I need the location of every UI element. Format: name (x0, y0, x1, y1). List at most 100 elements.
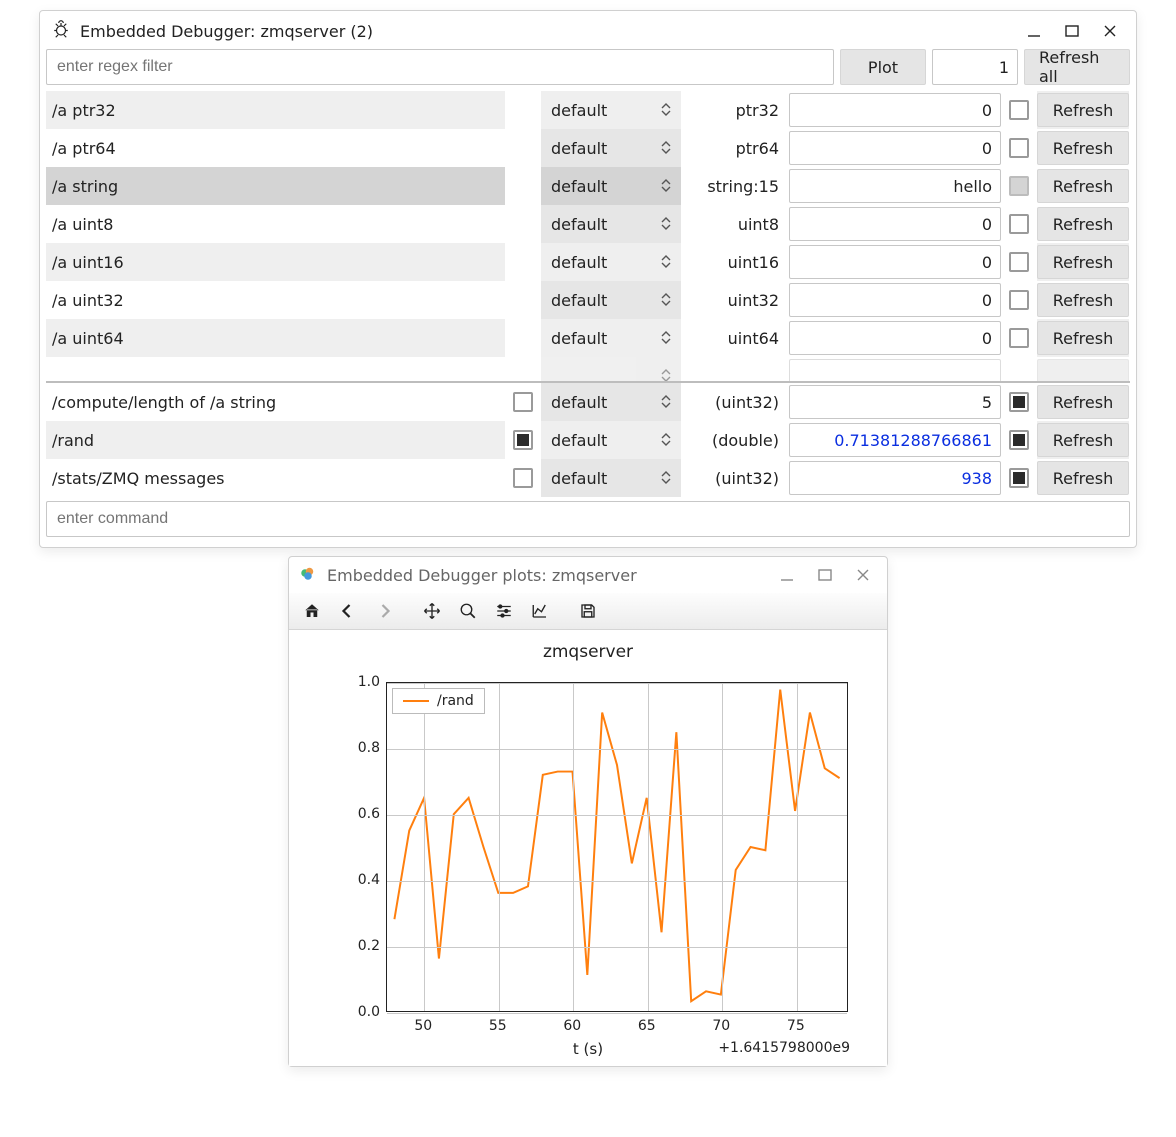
checkbox[interactable] (1009, 392, 1029, 412)
checkbox[interactable] (1009, 214, 1029, 234)
format-select[interactable]: default (541, 421, 681, 459)
object-value[interactable]: 0 (789, 245, 1001, 279)
checkbox[interactable] (1009, 100, 1029, 120)
command-input[interactable] (46, 501, 1130, 537)
refresh-button[interactable]: Refresh (1037, 385, 1129, 419)
plot-maximize-button[interactable] (811, 563, 839, 587)
forward-icon[interactable] (369, 597, 399, 625)
format-select[interactable]: default (541, 243, 681, 281)
object-name[interactable]: /stats/ZMQ messages (46, 459, 505, 497)
up-down-icon[interactable] (661, 369, 673, 383)
object-row: /stats/ZMQ messages default (uint32) 938… (46, 459, 1130, 497)
debugger-window: Embedded Debugger: zmqserver (2) Plot 1 … (39, 10, 1137, 548)
checkbox[interactable] (1009, 430, 1029, 450)
refresh-button[interactable]: Refresh (1037, 321, 1129, 355)
refresh-button[interactable]: Refresh (1037, 423, 1129, 457)
object-name[interactable]: /a uint64 (46, 319, 505, 357)
maximize-button[interactable] (1058, 19, 1086, 43)
object-name[interactable]: /a string (46, 167, 505, 205)
minimize-button[interactable] (1020, 19, 1048, 43)
checkbox[interactable] (513, 392, 533, 412)
chart-legend: /rand (392, 688, 485, 714)
refresh-button[interactable]: Refresh (1037, 207, 1129, 241)
save-icon[interactable] (573, 597, 603, 625)
object-value[interactable]: 0 (789, 131, 1001, 165)
checkbox[interactable] (513, 468, 533, 488)
up-down-icon[interactable] (661, 433, 673, 447)
refresh-button[interactable]: Refresh (1037, 169, 1129, 203)
object-name[interactable] (46, 357, 505, 383)
object-name[interactable]: /a uint16 (46, 243, 505, 281)
object-value[interactable]: 0 (789, 321, 1001, 355)
back-icon[interactable] (333, 597, 363, 625)
refresh-button[interactable]: Refresh (1037, 93, 1129, 127)
object-name[interactable]: /a uint32 (46, 281, 505, 319)
object-value[interactable]: 0.71381288766861 (789, 423, 1001, 457)
format-select[interactable]: default (541, 383, 681, 421)
pan-icon[interactable] (417, 597, 447, 625)
format-select[interactable]: default (541, 91, 681, 129)
format-select[interactable] (541, 357, 681, 383)
chart-axes[interactable]: /rand t (s) +1.6415798000e9 505560657075… (312, 664, 864, 1054)
up-down-icon[interactable] (661, 293, 673, 307)
refresh-all-button[interactable]: Refresh all (1024, 49, 1130, 85)
checkbox[interactable] (1009, 328, 1029, 348)
checkbox[interactable] (513, 430, 533, 450)
configure-subplots-icon[interactable] (489, 597, 519, 625)
checkbox[interactable] (1009, 176, 1029, 196)
refresh-button[interactable]: Refresh (1037, 131, 1129, 165)
refresh-button[interactable]: Refresh (1037, 283, 1129, 317)
object-value[interactable]: hello (789, 169, 1001, 203)
object-value[interactable]: 0 (789, 207, 1001, 241)
legend-swatch (403, 700, 429, 702)
object-name[interactable]: /a ptr32 (46, 91, 505, 129)
object-value[interactable]: 0 (789, 93, 1001, 127)
up-down-icon[interactable] (661, 395, 673, 409)
object-row: /a string default string:15 hello Refres… (46, 167, 1130, 205)
up-down-icon[interactable] (661, 217, 673, 231)
x-tick-label: 65 (638, 1018, 656, 1034)
checkbox[interactable] (1009, 138, 1029, 158)
format-select[interactable]: default (541, 205, 681, 243)
format-select[interactable]: default (541, 129, 681, 167)
refresh-button[interactable]: Refresh (1037, 461, 1129, 495)
object-name[interactable]: /rand (46, 421, 505, 459)
up-down-icon[interactable] (661, 179, 673, 193)
home-icon[interactable] (297, 597, 327, 625)
object-row: /a ptr32 default ptr32 0 Refresh (46, 91, 1130, 129)
refresh-interval-field[interactable]: 1 (932, 49, 1018, 85)
object-name[interactable]: /compute/length of /a string (46, 383, 505, 421)
format-select[interactable]: default (541, 281, 681, 319)
checkbox[interactable] (1009, 468, 1029, 488)
object-name[interactable]: /a uint8 (46, 205, 505, 243)
object-type: uint16 (681, 243, 789, 281)
checkbox[interactable] (1009, 252, 1029, 272)
close-button[interactable] (1096, 19, 1124, 43)
format-select[interactable]: default (541, 319, 681, 357)
object-value[interactable]: 938 (789, 461, 1001, 495)
refresh-button[interactable] (1037, 359, 1129, 383)
refresh-button[interactable]: Refresh (1037, 245, 1129, 279)
filter-input[interactable] (46, 49, 834, 85)
up-down-icon[interactable] (661, 141, 673, 155)
edit-axes-icon[interactable] (525, 597, 555, 625)
object-value[interactable]: 0 (789, 283, 1001, 317)
up-down-icon[interactable] (661, 331, 673, 345)
checkbox[interactable] (1009, 290, 1029, 310)
up-down-icon[interactable] (661, 103, 673, 117)
plot-minimize-button[interactable] (773, 563, 801, 587)
object-row: /rand default (double) 0.71381288766861 … (46, 421, 1130, 459)
format-select[interactable]: default (541, 459, 681, 497)
object-value[interactable]: 5 (789, 385, 1001, 419)
up-down-icon[interactable] (661, 471, 673, 485)
format-select[interactable]: default (541, 167, 681, 205)
titlebar: Embedded Debugger: zmqserver (2) (40, 11, 1136, 49)
plot-close-button[interactable] (849, 563, 877, 587)
object-type: ptr32 (681, 91, 789, 129)
x-tick-label: 70 (712, 1018, 730, 1034)
up-down-icon[interactable] (661, 255, 673, 269)
object-name[interactable]: /a ptr64 (46, 129, 505, 167)
object-grid: /a ptr32 default ptr32 0 Refresh /a ptr6… (40, 91, 1136, 497)
plot-button[interactable]: Plot (840, 49, 926, 85)
zoom-icon[interactable] (453, 597, 483, 625)
